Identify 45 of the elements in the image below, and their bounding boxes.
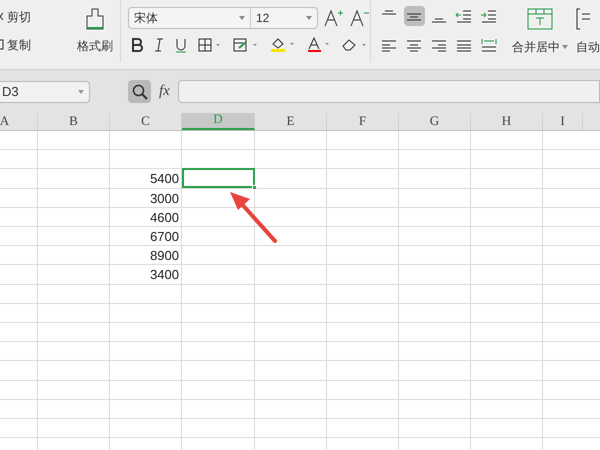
- column-header[interactable]: E: [255, 113, 327, 130]
- table-cell-text: 3000: [149, 190, 180, 208]
- column-header[interactable]: B: [38, 113, 110, 130]
- annotation-arrow: [228, 190, 278, 243]
- eraser-icon[interactable]: [342, 38, 368, 52]
- name-box[interactable]: D3: [0, 80, 90, 102]
- increase-font-icon[interactable]: [324, 9, 344, 27]
- table-cell-text: 5400: [149, 170, 180, 188]
- wrap-text-icon: [576, 8, 590, 30]
- zoom-button[interactable]: [128, 80, 151, 103]
- bold-icon[interactable]: [131, 38, 143, 52]
- align-middle-icon[interactable]: [404, 6, 425, 26]
- table-cell-text: 3400: [149, 266, 180, 284]
- format-painter-button[interactable]: 格式刷: [76, 37, 113, 55]
- cell-style-icon[interactable]: [233, 38, 259, 52]
- borders-icon[interactable]: [198, 38, 222, 52]
- search-icon: [132, 84, 148, 100]
- font-name-dropdown[interactable]: 宋体: [129, 8, 251, 28]
- underline-icon[interactable]: [175, 38, 187, 52]
- merge-cells-icon: [527, 8, 553, 30]
- column-header[interactable]: I: [543, 113, 583, 130]
- merge-center-button[interactable]: 合并居中: [512, 38, 568, 56]
- column-header[interactable]: G: [399, 113, 471, 130]
- dropdown-arrow-icon: [78, 90, 84, 94]
- font-size-dropdown[interactable]: 12: [251, 8, 317, 28]
- function-label[interactable]: fx: [159, 80, 170, 103]
- fill-handle[interactable]: [252, 185, 257, 190]
- column-header[interactable]: F: [327, 113, 399, 130]
- column-header[interactable]: A: [0, 113, 38, 130]
- table-cell-text: 4600: [149, 208, 180, 227]
- auto-wrap-button[interactable]: 自动: [576, 38, 600, 56]
- table-cell-text: 8900: [149, 247, 180, 266]
- copy-button[interactable]: 复制: [7, 36, 31, 54]
- decrease-font-icon[interactable]: [350, 9, 370, 27]
- font-color-icon[interactable]: [307, 37, 331, 53]
- column-header[interactable]: H: [471, 113, 543, 130]
- formula-field[interactable]: [178, 80, 600, 103]
- dropdown-arrow-icon: [306, 16, 312, 20]
- dropdown-arrow-icon: [562, 45, 568, 49]
- table-cell-text: 6700: [149, 228, 180, 246]
- italic-icon[interactable]: [154, 38, 164, 52]
- selected-cell[interactable]: [182, 168, 255, 188]
- fill-color-icon[interactable]: [270, 37, 296, 53]
- dropdown-arrow-icon: [239, 16, 245, 20]
- cut-button[interactable]: 剪切: [7, 8, 31, 26]
